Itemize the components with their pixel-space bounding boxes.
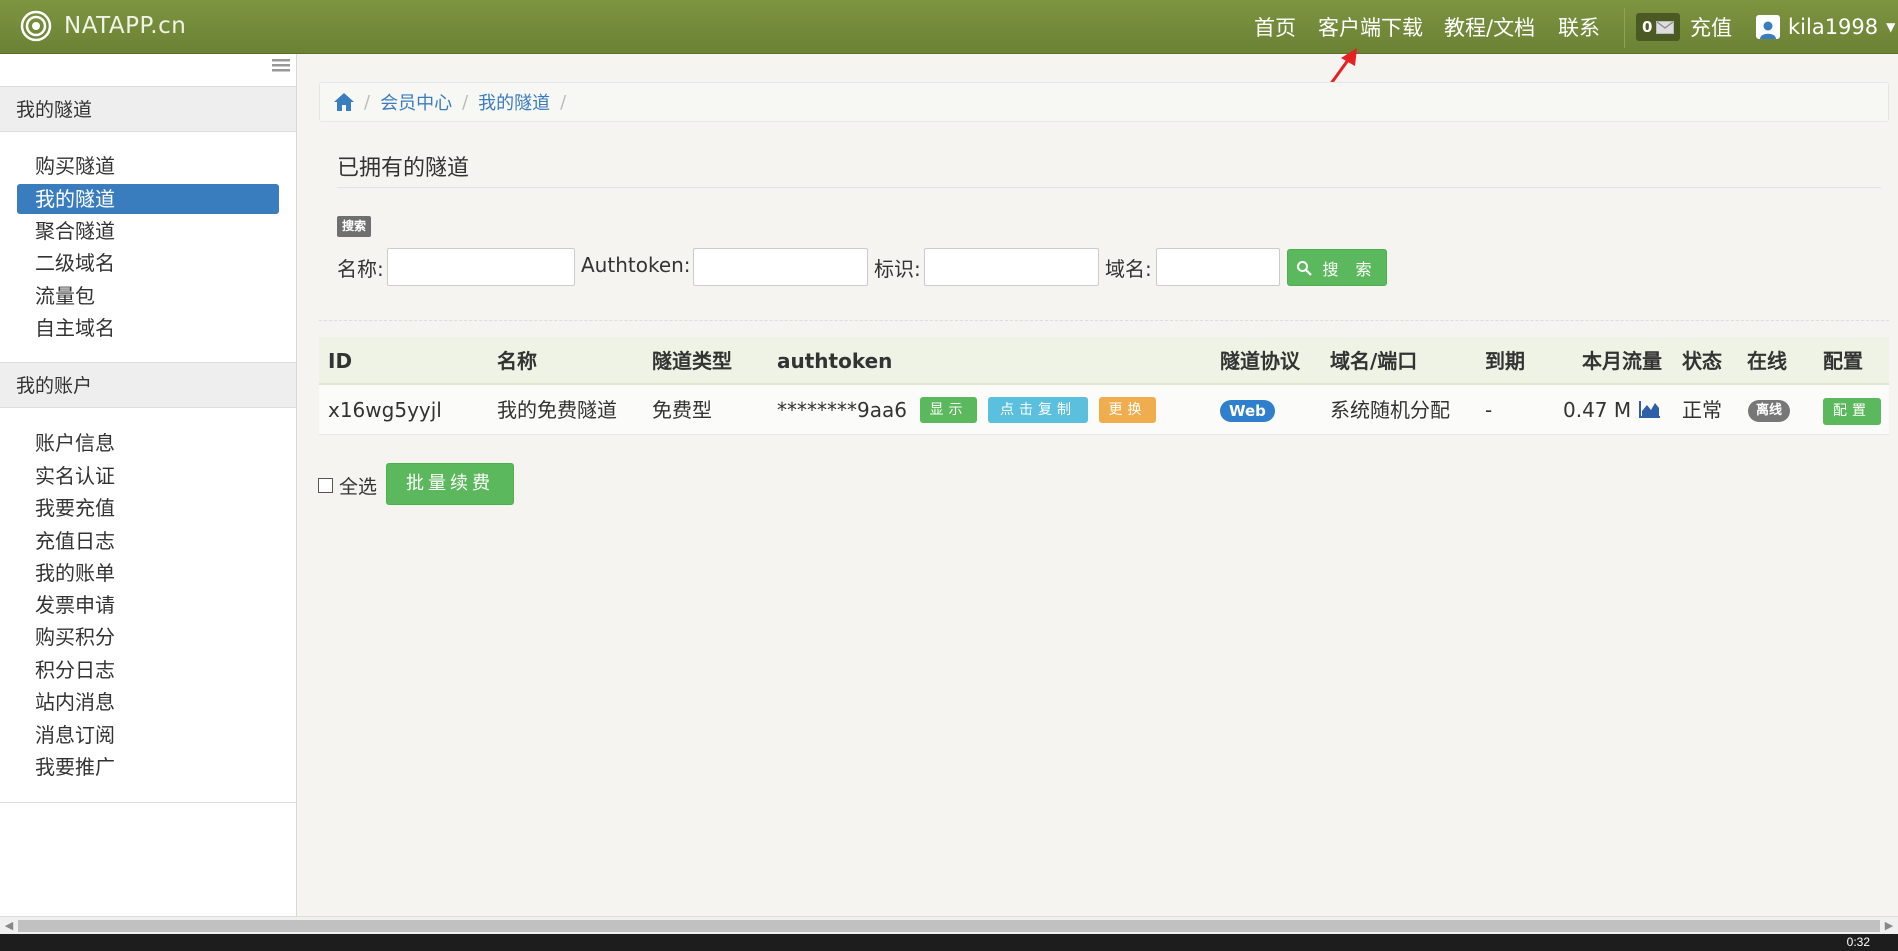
search-icon xyxy=(1297,260,1313,276)
copy-token-button[interactable]: 点击复制 xyxy=(988,397,1088,423)
th-config: 配置 xyxy=(1823,349,1863,373)
batch-renew-button[interactable]: 批量续费 xyxy=(386,463,514,505)
sidebar-item-my-tunnel[interactable]: 我的隧道 xyxy=(17,184,279,214)
config-button[interactable]: 配置 xyxy=(1823,398,1881,425)
message-count: 0 xyxy=(1642,18,1653,36)
search-tag: 搜索 xyxy=(337,216,372,237)
nav-home[interactable]: 首页 xyxy=(1254,12,1296,42)
cell-traffic: 0.47 M xyxy=(1563,398,1632,422)
nav-divider xyxy=(1624,8,1625,48)
top-navbar: NATAPP.cn 首页 客户端下载 教程/文档 联系 0 充值 kila199… xyxy=(0,0,1898,54)
show-token-button[interactable]: 显示 xyxy=(920,397,977,423)
th-type: 隧道类型 xyxy=(652,349,732,373)
scroll-right-icon[interactable]: ▶ xyxy=(1880,917,1898,935)
online-badge: 离线 xyxy=(1748,400,1791,422)
message-button[interactable]: 0 xyxy=(1636,13,1681,41)
table-row: x16wg5yyjl 我的免费隧道 免费型 ********9aa6 显示 点击… xyxy=(319,385,1889,435)
cell-name: 我的免费隧道 xyxy=(497,398,617,422)
sidebar-item-bills[interactable]: 我的账单 xyxy=(17,558,279,588)
th-online: 在线 xyxy=(1747,349,1787,373)
name-input[interactable] xyxy=(387,248,575,286)
nav-contact[interactable]: 联系 xyxy=(1558,12,1600,42)
th-traffic: 本月流量 xyxy=(1582,349,1662,373)
cell-expire: - xyxy=(1485,398,1493,422)
sidebar-collapse-icon[interactable] xyxy=(272,58,290,72)
breadcrumb-separator: / xyxy=(364,91,371,113)
sidebar-item-aggregate-tunnel[interactable]: 聚合隧道 xyxy=(17,216,279,246)
breadcrumb-member-center[interactable]: 会员中心 xyxy=(380,89,452,115)
natapp-logo-icon xyxy=(20,10,52,42)
user-menu[interactable]: kila1998 ▼ xyxy=(1756,0,1895,54)
breadcrumb: / 会员中心 / 我的隧道 / xyxy=(319,82,1889,122)
sidebar-item-promotion[interactable]: 我要推广 xyxy=(17,752,279,782)
envelope-icon xyxy=(1656,20,1675,34)
home-icon[interactable] xyxy=(334,93,354,111)
table-header: ID 名称 隧道类型 authtoken 隧道协议 域名/端口 到期 本月流量 … xyxy=(319,337,1889,385)
cell-status: 正常 xyxy=(1682,398,1722,422)
sidebar-item-buy-tunnel[interactable]: 购买隧道 xyxy=(17,151,279,181)
traffic-chart-icon[interactable] xyxy=(1639,400,1661,418)
authtoken-input[interactable] xyxy=(693,248,868,286)
breadcrumb-my-tunnels[interactable]: 我的隧道 xyxy=(478,89,550,115)
scroll-left-icon[interactable]: ◀ xyxy=(0,917,18,935)
th-authtoken: authtoken xyxy=(777,349,893,373)
horizontal-scrollbar[interactable]: ◀ ▶ xyxy=(0,916,1898,934)
select-all-checkbox[interactable] xyxy=(318,478,333,493)
protocol-badge: Web xyxy=(1220,400,1275,422)
search-button-label: 搜 索 xyxy=(1322,259,1378,279)
sidebar-section-account[interactable]: 我的账户 xyxy=(0,362,296,408)
brand-name: NATAPP.cn xyxy=(64,13,187,39)
th-protocol: 隧道协议 xyxy=(1220,349,1300,373)
th-name: 名称 xyxy=(497,349,537,373)
tag-input[interactable] xyxy=(924,248,1099,286)
nav-recharge[interactable]: 充值 xyxy=(1690,12,1732,42)
sidebar-item-recharge-log[interactable]: 充值日志 xyxy=(17,526,279,556)
sidebar-item-buy-points[interactable]: 购买积分 xyxy=(17,622,279,652)
cell-type: 免费型 xyxy=(652,398,712,422)
sidebar-item-recharge[interactable]: 我要充值 xyxy=(17,493,279,523)
os-taskbar: 0:32 xyxy=(0,934,1898,951)
sidebar-item-verification[interactable]: 实名认证 xyxy=(17,461,279,491)
user-avatar-icon xyxy=(1756,15,1780,39)
breadcrumb-separator: / xyxy=(462,91,469,113)
search-button[interactable]: 搜 索 xyxy=(1287,249,1387,286)
sidebar-item-subscriptions[interactable]: 消息订阅 xyxy=(17,720,279,750)
breadcrumb-separator: / xyxy=(560,91,567,113)
scrollbar-thumb[interactable] xyxy=(18,920,1880,932)
cell-domain: 系统随机分配 xyxy=(1330,398,1450,422)
title-divider xyxy=(337,187,1881,188)
name-label: 名称: xyxy=(337,257,384,281)
authtoken-label: Authtoken: xyxy=(581,253,691,277)
sidebar-item-subdomain[interactable]: 二级域名 xyxy=(17,248,279,278)
caret-down-icon: ▼ xyxy=(1886,20,1896,34)
sidebar-divider xyxy=(0,802,296,803)
sidebar-item-messages[interactable]: 站内消息 xyxy=(17,687,279,717)
domain-input[interactable] xyxy=(1156,248,1280,286)
select-all-label: 全选 xyxy=(339,476,378,498)
cell-id: x16wg5yyjl xyxy=(328,398,442,422)
sidebar-item-points-log[interactable]: 积分日志 xyxy=(17,655,279,685)
th-id: ID xyxy=(328,349,353,373)
brand[interactable]: NATAPP.cn xyxy=(20,10,186,42)
domain-label: 域名: xyxy=(1105,257,1152,281)
sidebar: 我的隧道 购买隧道 我的隧道 聚合隧道 二级域名 流量包 自主域名 我的账户 账… xyxy=(0,54,297,916)
sidebar-section-tunnels[interactable]: 我的隧道 xyxy=(0,86,296,132)
nav-docs[interactable]: 教程/文档 xyxy=(1444,12,1535,42)
taskbar-clock: 0:32 xyxy=(1846,935,1870,949)
sidebar-item-traffic-pack[interactable]: 流量包 xyxy=(17,281,279,311)
cell-authtoken: ********9aa6 xyxy=(777,398,907,422)
sidebar-item-account-info[interactable]: 账户信息 xyxy=(17,428,279,458)
select-all[interactable]: 全选 xyxy=(318,472,377,499)
tag-label: 标识: xyxy=(874,257,921,281)
page-title: 已拥有的隧道 xyxy=(337,156,470,181)
username: kila1998 xyxy=(1788,15,1879,39)
th-expire: 到期 xyxy=(1485,349,1525,373)
change-token-button[interactable]: 更换 xyxy=(1099,397,1156,423)
th-status: 状态 xyxy=(1682,349,1722,373)
sidebar-item-custom-domain[interactable]: 自主域名 xyxy=(17,313,279,343)
th-domain: 域名/端口 xyxy=(1330,349,1418,373)
nav-client-download[interactable]: 客户端下载 xyxy=(1318,12,1423,42)
sidebar-item-invoice[interactable]: 发票申请 xyxy=(17,590,279,620)
form-divider xyxy=(319,320,1889,321)
